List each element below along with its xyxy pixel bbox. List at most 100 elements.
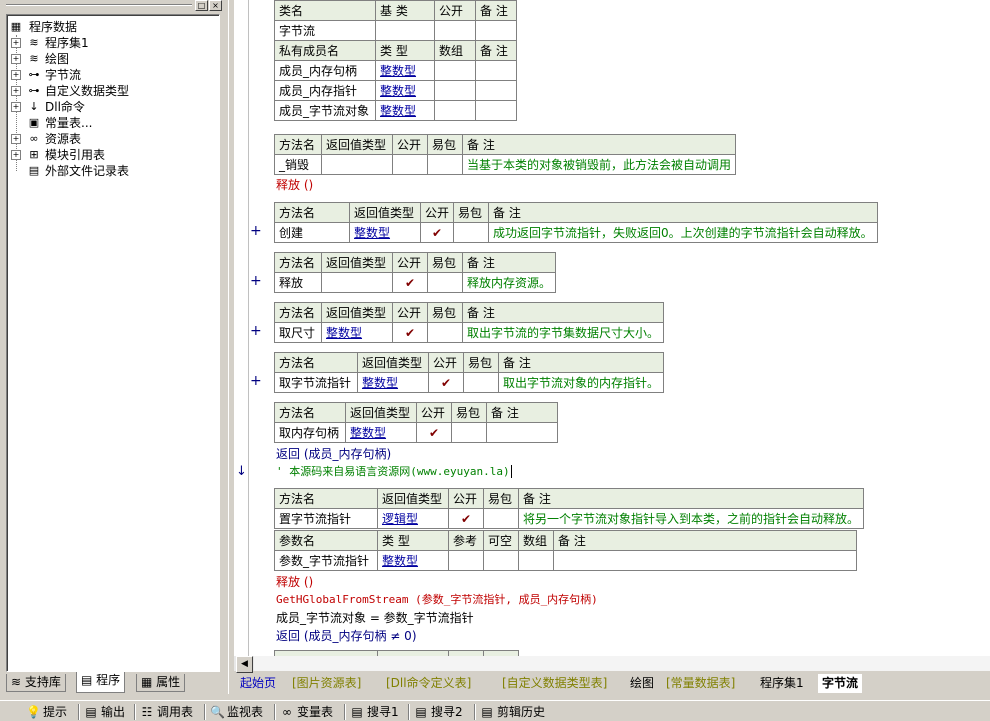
method-note[interactable]: 取出字节流对象的内存指针。 — [497, 372, 665, 393]
expand-icon[interactable]: + — [11, 102, 21, 112]
method-return-type[interactable]: 整数型 — [321, 322, 393, 343]
expand-method-icon[interactable]: + — [250, 323, 262, 339]
tab-constants[interactable]: [常量数据表] — [666, 674, 735, 693]
expand-method-icon[interactable]: + — [250, 373, 262, 389]
tab-start-page[interactable]: 起始页 — [240, 674, 276, 693]
tab-output[interactable]: ▤ 输出 — [84, 704, 125, 720]
tab-assembly1[interactable]: 程序集1 — [760, 674, 804, 693]
tab-program[interactable]: ▤ 程序 — [76, 672, 126, 693]
param-name[interactable]: 参数_字节流指针 — [274, 550, 378, 571]
member-name[interactable]: 成员_内存句柄 — [274, 60, 376, 81]
method-public[interactable] — [392, 154, 428, 175]
member-name[interactable]: 成员_字节流对象 — [274, 100, 376, 121]
method-note[interactable]: 成功返回字节流指针，失败返回0。上次创建的字节流指针会自动释放。 — [488, 222, 878, 243]
member-note[interactable] — [475, 80, 517, 101]
method-easy-pack[interactable] — [483, 508, 519, 529]
tab-image-resources[interactable]: [图片资源表] — [292, 674, 361, 693]
method-return-type[interactable] — [321, 272, 393, 293]
method-easy-pack[interactable] — [463, 372, 499, 393]
member-note[interactable] — [475, 60, 517, 81]
member-name[interactable]: 成员_内存指针 — [274, 80, 376, 101]
check-icon[interactable]: ✔ — [419, 222, 455, 243]
code-line[interactable]: 返回 (成员_内存句柄 ≠ 0) — [276, 628, 417, 644]
tab-custom-types[interactable]: [自定义数据类型表] — [502, 674, 607, 693]
tab-clip-history[interactable]: ▤ 剪辑历史 — [480, 704, 545, 720]
tab-call-table[interactable]: ☷ 调用表 — [140, 704, 193, 720]
note-cell[interactable] — [475, 20, 517, 41]
check-icon[interactable]: ✔ — [392, 272, 428, 293]
expand-icon[interactable]: + — [11, 134, 21, 144]
code-line[interactable]: 成员_字节流对象 = 参数_字节流指针 — [276, 610, 474, 626]
check-icon[interactable]: ✔ — [448, 508, 484, 529]
expand-method-icon[interactable]: + — [250, 273, 262, 289]
code-editor[interactable]: 类名 基 类 公开 备 注 字节流 私有成员名 类 型 数组 备 注 成员_内存… — [234, 0, 990, 656]
member-row[interactable]: 成员_内存指针 整数型 — [274, 80, 517, 101]
tab-drawing[interactable]: 绘图 — [630, 674, 654, 693]
tab-hints[interactable]: 💡 提示 — [26, 704, 67, 720]
method-name[interactable]: _销毁 — [274, 154, 322, 175]
method-easy-pack[interactable] — [451, 422, 487, 443]
check-icon[interactable]: ✔ — [428, 372, 464, 393]
method-name[interactable]: 置字节流指针 — [274, 508, 378, 529]
check-icon[interactable]: ✔ — [392, 322, 428, 343]
code-line[interactable]: GetHGlobalFromStream (参数_字节流指针, 成员_内存句柄) — [276, 592, 598, 608]
param-nullable[interactable] — [483, 550, 519, 571]
tab-properties[interactable]: ▦ 属性 — [136, 674, 186, 692]
param-type[interactable]: 整数型 — [377, 550, 449, 571]
method-note[interactable]: 释放内存资源。 — [461, 272, 557, 293]
tab-variables[interactable]: ∞ 变量表 — [280, 704, 333, 720]
method-easy-pack[interactable] — [427, 154, 463, 175]
tab-watch[interactable]: 🔍 监视表 — [210, 704, 263, 720]
method-return-type[interactable]: 整数型 — [345, 422, 417, 443]
param-array[interactable] — [518, 550, 554, 571]
method-note[interactable] — [486, 422, 558, 443]
public-cell[interactable] — [434, 20, 476, 41]
tab-bytestream[interactable]: 字节流 — [818, 674, 863, 693]
check-icon[interactable]: ✔ — [416, 422, 452, 443]
method-return-type[interactable]: 逻辑型 — [377, 508, 449, 529]
tab-search1[interactable]: ▤ 搜寻1 — [350, 704, 398, 720]
method-return-type[interactable]: 整数型 — [357, 372, 429, 393]
expand-icon[interactable]: + — [11, 54, 21, 64]
method-name[interactable]: 创建 — [274, 222, 350, 243]
tab-search2[interactable]: ▤ 搜寻2 — [414, 704, 462, 720]
code-line[interactable]: 释放 () — [276, 574, 313, 590]
member-note[interactable] — [475, 100, 517, 121]
member-array[interactable] — [434, 80, 476, 101]
tab-support-library[interactable]: ≋ 支持库 — [6, 674, 66, 692]
expand-method-icon[interactable]: + — [250, 223, 262, 239]
member-type[interactable]: 整数型 — [375, 80, 435, 101]
expand-icon[interactable]: + — [11, 86, 21, 96]
panel-restore-button[interactable]: □ — [195, 0, 208, 11]
member-row[interactable]: 成员_字节流对象 整数型 — [274, 100, 517, 121]
code-line[interactable]: 返回 (成员_内存句柄) — [276, 446, 391, 462]
scroll-left-icon[interactable]: ◀ — [236, 656, 253, 673]
param-row[interactable]: 参数_字节流指针 整数型 — [274, 550, 857, 571]
program-tree[interactable]: ▦ 程序数据 + ≋ 程序集1 + ≋ 绘图 + ⊶ 字节流 + ⊶ 自定义数据… — [6, 14, 220, 672]
expand-icon[interactable]: + — [11, 38, 21, 48]
method-name[interactable]: 取内存句柄 — [274, 422, 346, 443]
method-easy-pack[interactable] — [453, 222, 490, 243]
base-class-cell[interactable] — [375, 20, 435, 41]
method-return-type[interactable]: 整数型 — [349, 222, 421, 243]
class-name-cell[interactable]: 字节流 — [274, 20, 376, 41]
method-name[interactable]: 释放 — [274, 272, 322, 293]
member-array[interactable] — [434, 60, 476, 81]
tab-dll-definitions[interactable]: [Dll命令定义表] — [386, 674, 471, 693]
member-array[interactable] — [434, 100, 476, 121]
param-note[interactable] — [553, 550, 857, 571]
member-type[interactable]: 整数型 — [375, 100, 435, 121]
method-note[interactable]: 将另一个字节流对象指针导入到本类，之前的指针会自动释放。 — [517, 508, 865, 529]
method-note[interactable]: 当基于本类的对象被销毁前，此方法会被自动调用 — [461, 154, 737, 175]
method-easy-pack[interactable] — [427, 272, 463, 293]
method-note[interactable]: 取出字节流的字节集数据尺寸大小。 — [461, 322, 665, 343]
horizontal-scrollbar[interactable]: ◀ — [234, 656, 990, 673]
expand-icon[interactable]: + — [11, 150, 21, 160]
param-ref[interactable] — [448, 550, 484, 571]
member-type[interactable]: 整数型 — [375, 60, 435, 81]
panel-close-button[interactable]: × — [209, 0, 222, 11]
member-row[interactable]: 成员_内存句柄 整数型 — [274, 60, 517, 81]
method-return-type[interactable] — [321, 154, 393, 175]
expand-icon[interactable]: + — [11, 70, 21, 80]
method-easy-pack[interactable] — [427, 322, 463, 343]
